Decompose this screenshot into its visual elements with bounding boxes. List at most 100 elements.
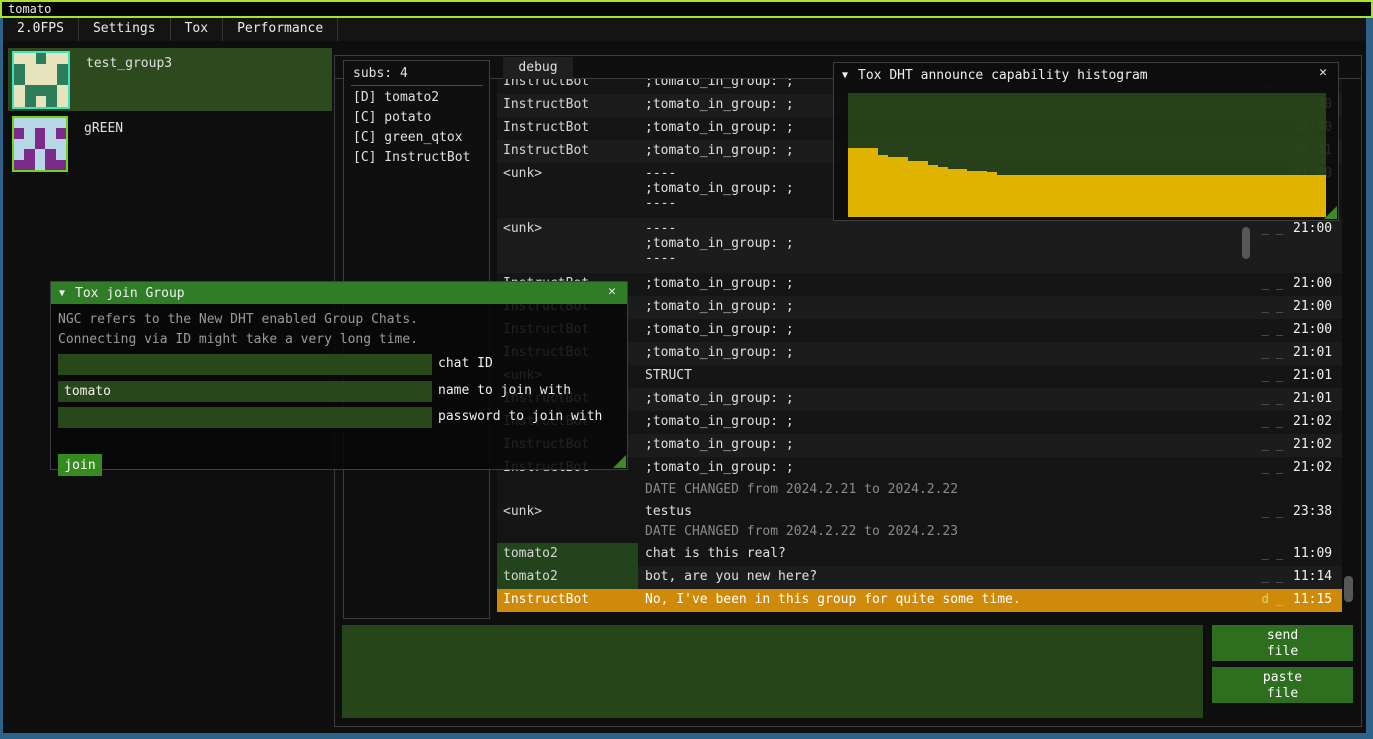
histogram-bar — [878, 155, 888, 217]
histogram-bar — [1047, 175, 1057, 217]
message-text: ;tomato_in_group: ; — [638, 457, 1256, 480]
os-titlebar[interactable]: tomato — [0, 0, 1373, 18]
message-time: 21:02 — [1289, 457, 1342, 480]
message-flags: _ _ — [1256, 434, 1289, 457]
chat-message-row[interactable]: <unk> testus _ _ 23:38 — [497, 501, 1342, 522]
histogram-bar — [908, 161, 918, 217]
system-message-text: DATE CHANGED from 2024.2.22 to 2024.2.23 — [497, 522, 958, 543]
histogram-bar — [1007, 175, 1017, 217]
join-group-title: Tox join Group — [75, 286, 185, 301]
histogram-bar — [1266, 175, 1276, 217]
histogram-bar — [1167, 175, 1177, 217]
message-time: 21:01 — [1289, 342, 1342, 365]
message-input[interactable] — [342, 625, 1203, 718]
histogram-bar — [948, 169, 958, 217]
tab-debug[interactable]: debug — [503, 57, 573, 79]
message-time: 21:00 — [1289, 273, 1342, 296]
histogram-bar — [1117, 175, 1127, 217]
histogram-bar — [1306, 175, 1316, 217]
message-flags: _ _ — [1256, 566, 1289, 589]
message-text: ;tomato_in_group: ; — [638, 296, 1256, 319]
window-border-left — [0, 18, 3, 739]
resize-grip[interactable] — [613, 455, 626, 468]
histogram-bar — [1137, 175, 1147, 217]
join-group-titlebar[interactable]: ▼ Tox join Group ✕ — [51, 282, 627, 304]
message-flags: d _ — [1256, 589, 1289, 612]
subs-member-list: [D] tomato2[C] potato[C] green_qtox[C] I… — [344, 90, 489, 167]
histogram-bar — [1097, 175, 1107, 217]
subs-member-item: [D] tomato2 — [353, 90, 489, 107]
message-time: 21:02 — [1289, 411, 1342, 434]
subs-member-item: [C] green_qtox — [353, 130, 489, 147]
menu-item[interactable]: Settings — [79, 18, 171, 41]
message-time: 11:15 — [1289, 589, 1342, 612]
message-sender: InstructBot — [497, 140, 638, 163]
message-flags: _ _ — [1256, 365, 1289, 388]
message-flags: _ _ — [1256, 218, 1289, 273]
resize-grip[interactable] — [1324, 206, 1337, 219]
paste-file-button[interactable]: paste file — [1212, 667, 1353, 703]
collapse-icon[interactable]: ▼ — [842, 70, 848, 81]
chat-id-label: chat ID — [438, 356, 493, 371]
message-text: chat is this real? — [638, 543, 1256, 566]
histogram-bar — [997, 175, 1007, 217]
join-button[interactable]: join — [58, 454, 102, 476]
message-time: 21:01 — [1289, 388, 1342, 411]
subs-member-item: [C] InstructBot — [353, 150, 489, 167]
app-window: tomato 2.0FPS SettingsToxPerformance tes… — [0, 0, 1373, 739]
menu-bar: 2.0FPS SettingsToxPerformance — [3, 18, 1367, 41]
subs-separator — [351, 85, 483, 86]
menu-item[interactable]: Tox — [171, 18, 223, 41]
join-description-line1: NGC refers to the New DHT enabled Group … — [58, 312, 418, 327]
window-border-bottom — [0, 733, 1373, 739]
message-flags: _ _ — [1256, 411, 1289, 434]
join-password-label: password to join with — [438, 409, 602, 424]
join-name-field[interactable] — [58, 381, 432, 402]
message-text: ;tomato_in_group: ; — [638, 342, 1256, 365]
join-password-field[interactable] — [58, 407, 432, 428]
chat-message-row[interactable]: tomato2 chat is this real? _ _ 11:09 — [497, 543, 1342, 566]
message-sender: <unk> — [497, 218, 638, 273]
send-file-button[interactable]: send file — [1212, 625, 1353, 661]
histogram-bar — [957, 169, 967, 217]
group-name: test_group3 — [86, 56, 172, 71]
message-text: testus — [638, 501, 1256, 522]
system-message-row: DATE CHANGED from 2024.2.21 to 2024.2.22 — [497, 480, 1342, 501]
message-sender: InstructBot — [497, 589, 638, 612]
message-text: ;tomato_in_group: ; — [638, 319, 1256, 342]
histogram-bar — [1276, 175, 1286, 217]
group-list-item[interactable]: gREEN — [8, 113, 332, 171]
chat-scrollbar-handle[interactable] — [1344, 576, 1353, 602]
histogram-bar — [1286, 175, 1296, 217]
collapse-icon[interactable]: ▼ — [59, 288, 65, 299]
message-flags: _ _ — [1256, 319, 1289, 342]
join-group-body: NGC refers to the New DHT enabled Group … — [51, 304, 627, 469]
dht-histogram-titlebar[interactable]: ▼ Tox DHT announce capability histogram … — [834, 63, 1338, 87]
histogram-bar — [1296, 175, 1306, 217]
chat-message-row[interactable]: tomato2 bot, are you new here? _ _ 11:14 — [497, 566, 1342, 589]
message-flags: _ _ — [1256, 296, 1289, 319]
histogram-bar — [1057, 175, 1067, 217]
group-list-item[interactable]: test_group3 — [8, 48, 332, 111]
window-border-right — [1366, 18, 1373, 739]
chat-message-row[interactable]: <unk> ---- ;tomato_in_group: ; ---- _ _ … — [497, 218, 1342, 273]
close-icon[interactable]: ✕ — [603, 284, 621, 302]
histogram-bar — [1147, 175, 1157, 217]
message-time: 11:14 — [1289, 566, 1342, 589]
group-avatar-icon — [12, 116, 68, 172]
histogram-bar — [1206, 175, 1216, 217]
inner-scrollbar-handle[interactable] — [1242, 227, 1250, 259]
chat-message-row[interactable]: InstructBot No, I've been in this group … — [497, 589, 1342, 612]
message-flags: _ _ — [1256, 388, 1289, 411]
menu-item[interactable]: Performance — [223, 18, 338, 41]
message-flags: _ _ — [1256, 273, 1289, 296]
message-text: ---- ;tomato_in_group: ; ---- — [638, 218, 1256, 273]
join-group-window: ▼ Tox join Group ✕ NGC refers to the New… — [50, 281, 628, 470]
fps-readout: 2.0FPS — [3, 18, 79, 41]
message-time: 21:00 — [1289, 319, 1342, 342]
close-icon[interactable]: ✕ — [1314, 65, 1332, 83]
message-text: ;tomato_in_group: ; — [638, 273, 1256, 296]
message-sender: InstructBot — [497, 117, 638, 140]
histogram-bar — [848, 148, 858, 217]
chat-id-field[interactable] — [58, 354, 432, 375]
